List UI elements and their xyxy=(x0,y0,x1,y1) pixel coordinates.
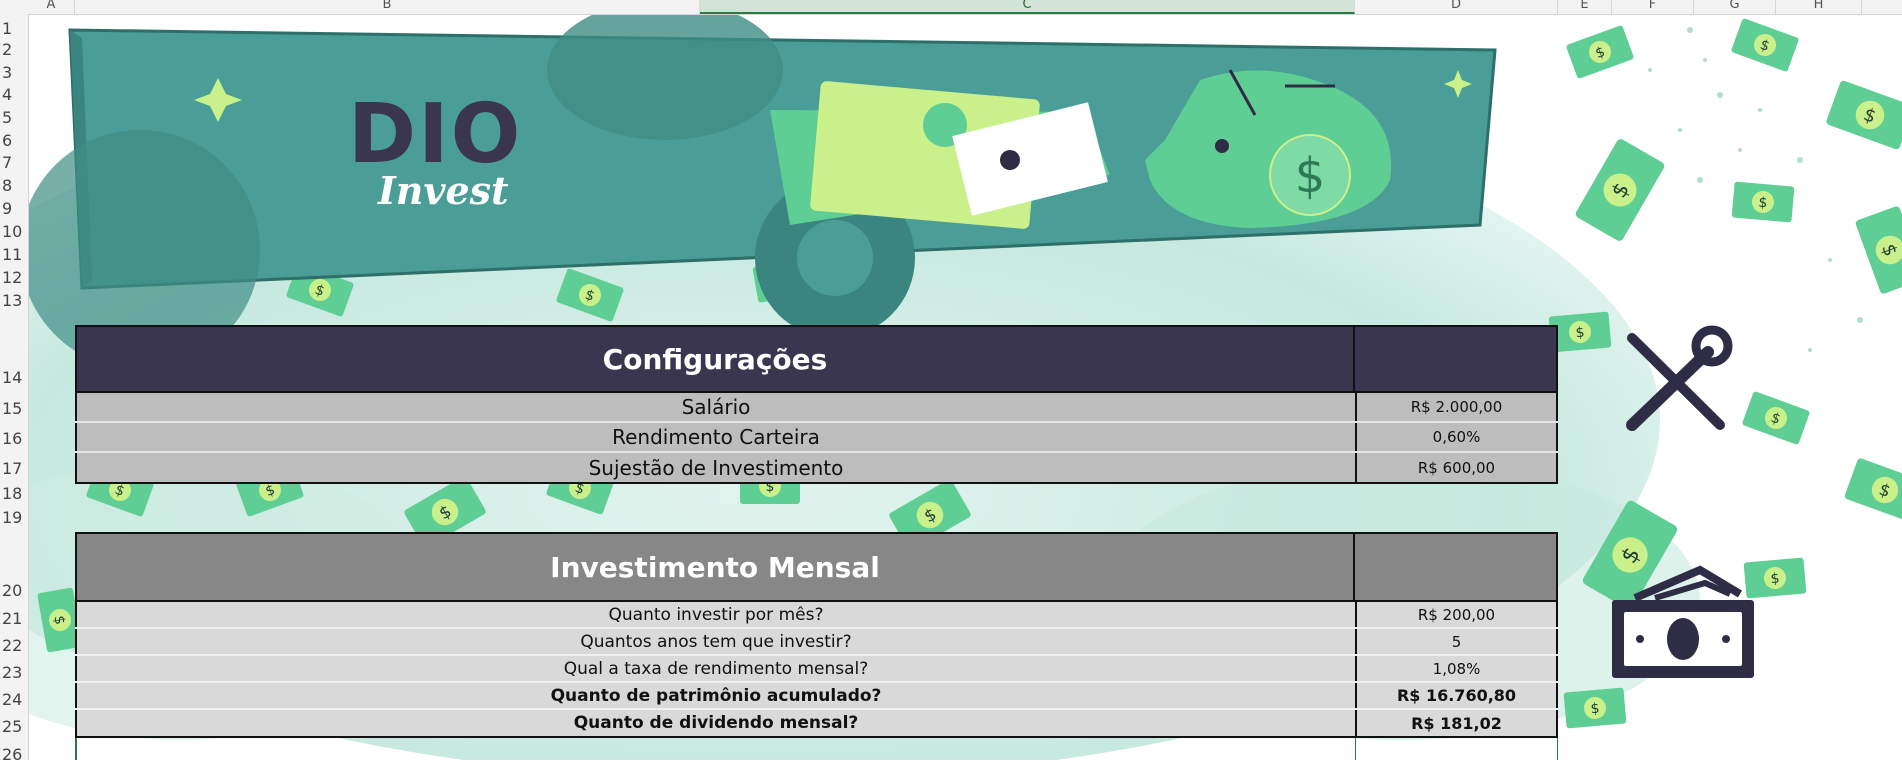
row-header[interactable]: 8 xyxy=(0,176,28,195)
column-header-c[interactable]: C xyxy=(700,0,1355,14)
table-row: Quantos anos tem que investir? 5 xyxy=(75,629,1558,656)
row-header[interactable]: 11 xyxy=(0,245,28,264)
column-header-g[interactable]: G xyxy=(1694,0,1776,14)
row-header[interactable]: 10 xyxy=(0,222,28,241)
config-label-cell[interactable]: Sujestão de Investimento xyxy=(75,453,1355,482)
row-header[interactable]: 24 xyxy=(0,690,28,709)
dollar-bill-icon xyxy=(1743,557,1807,599)
row-header[interactable]: 26 xyxy=(0,745,28,764)
investment-header: Investimento Mensal xyxy=(75,532,1558,602)
column-header-d[interactable]: D xyxy=(1355,0,1558,14)
banner-logo: DIO Invest xyxy=(348,94,588,214)
row-header[interactable]: 2 xyxy=(0,40,28,59)
column-header-bar: A B C D E F G H xyxy=(0,0,1902,15)
row-header[interactable]: 16 xyxy=(0,429,28,448)
row-header[interactable]: 15 xyxy=(0,399,28,418)
row-header[interactable]: 14 xyxy=(0,368,28,387)
config-label-cell[interactable]: Salário xyxy=(75,393,1355,421)
config-value-cell[interactable]: R$ 600,00 xyxy=(1355,453,1558,482)
table-row: Rendimento Carteira 0,60% xyxy=(75,423,1558,453)
table-row: Qual a taxa de rendimento mensal? 1,08% xyxy=(75,656,1558,683)
config-header-value-cell[interactable] xyxy=(1355,325,1558,393)
investment-label-cell[interactable]: Quanto de patrimônio acumulado? xyxy=(75,683,1355,708)
dollar-bill-icon xyxy=(1731,181,1795,223)
investment-label-cell[interactable]: Quantos anos tem que investir? xyxy=(75,629,1355,654)
investment-title[interactable]: Investimento Mensal xyxy=(75,532,1355,602)
table-row: Quanto investir por mês? R$ 200,00 xyxy=(75,602,1558,629)
config-label-cell[interactable]: Rendimento Carteira xyxy=(75,423,1355,451)
investment-label-cell[interactable]: Quanto investir por mês? xyxy=(75,602,1355,627)
dollar-bill-icon xyxy=(1563,687,1627,729)
config-table: Configurações Salário R$ 2.000,00 Rendim… xyxy=(75,325,1558,484)
row-header[interactable]: 12 xyxy=(0,268,28,287)
table-row: Salário R$ 2.000,00 xyxy=(75,393,1558,423)
config-header: Configurações xyxy=(75,325,1558,393)
row-header[interactable]: 4 xyxy=(0,85,28,104)
row-header[interactable]: 19 xyxy=(0,508,28,527)
row-header-bar: 1 2 3 4 5 6 7 8 9 10 11 12 13 14 15 16 1… xyxy=(0,14,29,764)
row-header[interactable]: 7 xyxy=(0,153,28,172)
row-header[interactable]: 25 xyxy=(0,717,28,736)
investment-label-cell[interactable]: Quanto de dividendo mensal? xyxy=(75,710,1355,736)
column-header-f[interactable]: F xyxy=(1612,0,1694,14)
column-header-e[interactable]: E xyxy=(1558,0,1612,14)
column-header-h[interactable]: H xyxy=(1776,0,1862,14)
row-header[interactable]: 22 xyxy=(0,636,28,655)
config-title[interactable]: Configurações xyxy=(75,325,1355,393)
investment-value-cell[interactable]: 5 xyxy=(1355,629,1558,654)
row-header[interactable]: 6 xyxy=(0,131,28,150)
investment-label-cell[interactable]: Qual a taxa de rendimento mensal? xyxy=(75,656,1355,681)
row-header[interactable]: 9 xyxy=(0,199,28,218)
column-header-a[interactable]: A xyxy=(28,0,75,14)
row-header[interactable]: 20 xyxy=(0,581,28,600)
row-header[interactable]: 18 xyxy=(0,484,28,503)
row-header[interactable]: 5 xyxy=(0,108,28,127)
row-26-cell-d[interactable] xyxy=(1355,738,1558,760)
row-header[interactable]: 13 xyxy=(0,291,28,310)
investment-value-cell[interactable]: 1,08% xyxy=(1355,656,1558,681)
row-header[interactable]: 3 xyxy=(0,63,28,82)
row-header[interactable]: 1 xyxy=(0,19,28,38)
row-26-cell-b[interactable] xyxy=(75,738,1355,760)
brand-name: DIO xyxy=(348,87,523,182)
brand-tagline: Invest xyxy=(378,168,509,213)
row-header[interactable]: 23 xyxy=(0,663,28,682)
investment-value-cell[interactable]: R$ 200,00 xyxy=(1355,602,1558,627)
table-row: Sujestão de Investimento R$ 600,00 xyxy=(75,453,1558,484)
svg-text:$: $ xyxy=(1295,148,1326,204)
table-row: Quanto de patrimônio acumulado? R$ 16.76… xyxy=(75,683,1558,710)
row-header[interactable]: 17 xyxy=(0,459,28,478)
config-value-cell[interactable]: 0,60% xyxy=(1355,423,1558,451)
column-header-b[interactable]: B xyxy=(75,0,700,14)
table-row: Quanto de dividendo mensal? R$ 181,02 xyxy=(75,710,1558,738)
investment-table: Investimento Mensal Quanto investir por … xyxy=(75,532,1558,738)
row-header[interactable]: 21 xyxy=(0,609,28,628)
investment-value-cell[interactable]: R$ 16.760,80 xyxy=(1355,683,1558,708)
investment-value-cell[interactable]: R$ 181,02 xyxy=(1355,710,1558,736)
config-value-cell[interactable]: R$ 2.000,00 xyxy=(1355,393,1558,421)
investment-header-value-cell[interactable] xyxy=(1355,532,1558,602)
